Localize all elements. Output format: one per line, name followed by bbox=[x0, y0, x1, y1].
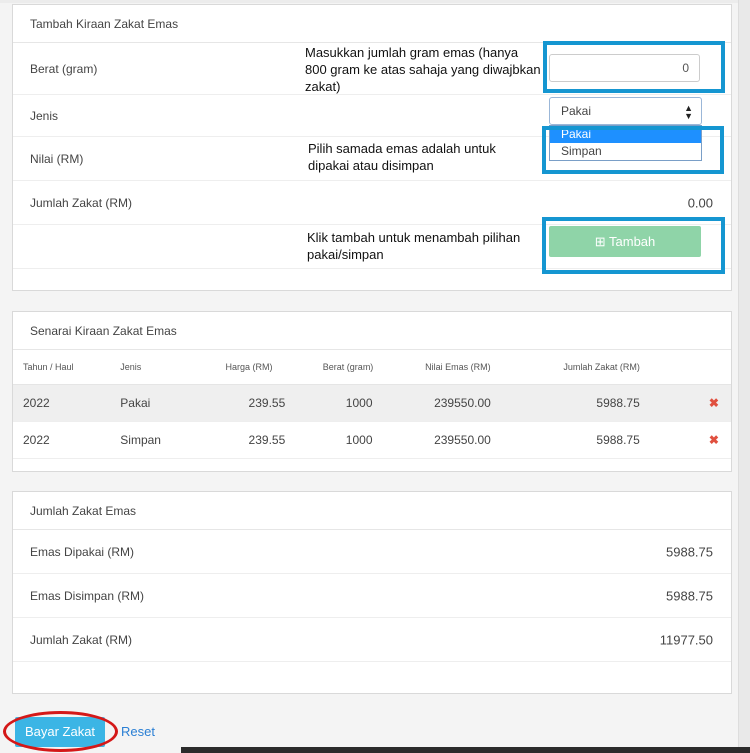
kept-value: 5988.75 bbox=[666, 588, 713, 603]
cell-gold-value: 239550.00 bbox=[412, 384, 533, 422]
add-button[interactable]: ⊞ Tambah bbox=[549, 226, 701, 257]
top-border bbox=[0, 0, 750, 3]
total-label: Jumlah Zakat (RM) bbox=[30, 195, 133, 210]
cell-weight: 1000 bbox=[310, 384, 413, 422]
summary-total-label: Jumlah Zakat (RM) bbox=[30, 632, 133, 647]
cell-year: 2022 bbox=[13, 421, 121, 459]
table-row: 2022 Simpan 239.55 1000 239550.00 5988.7… bbox=[13, 421, 731, 459]
summary-worn-row: Emas Dipakai (RM) 5988.75 bbox=[13, 530, 731, 574]
panel-title: Senarai Kiraan Zakat Emas bbox=[13, 312, 731, 350]
cell-weight: 1000 bbox=[310, 421, 413, 459]
total-value: 0.00 bbox=[687, 195, 713, 210]
cell-type: Simpan bbox=[120, 421, 216, 459]
cell-type: Pakai bbox=[120, 384, 216, 422]
pay-highlight-ring bbox=[3, 711, 118, 752]
reset-link[interactable]: Reset bbox=[121, 724, 155, 739]
select-arrows-icon: ▲ ▼ bbox=[684, 103, 693, 121]
cell-zakat: 5988.75 bbox=[532, 384, 681, 422]
type-dropdown[interactable]: Pakai Simpan bbox=[549, 125, 702, 161]
type-label: Jenis bbox=[30, 108, 59, 123]
plus-square-icon: ⊞ bbox=[594, 234, 606, 249]
col-zakat: Jumlah Zakat (RM) bbox=[532, 350, 681, 385]
cell-gold-value: 239550.00 bbox=[412, 421, 533, 459]
taskbar-strip bbox=[181, 747, 750, 753]
delete-icon[interactable]: ✖ bbox=[709, 433, 719, 447]
add-button-label: Tambah bbox=[609, 234, 656, 249]
summary-total-row: Jumlah Zakat (RM) 11977.50 bbox=[13, 618, 731, 662]
option-pakai[interactable]: Pakai bbox=[550, 126, 701, 143]
worn-label: Emas Dipakai (RM) bbox=[30, 544, 135, 559]
panel-title: Jumlah Zakat Emas bbox=[13, 492, 731, 530]
calculation-list-panel: Senarai Kiraan Zakat Emas Tahun / Haul J… bbox=[12, 311, 732, 472]
cell-price: 239.55 bbox=[215, 384, 311, 422]
weight-note: Masukkan jumlah gram emas (hanya 800 gra… bbox=[305, 45, 541, 94]
summary-panel: Jumlah Zakat Emas Emas Dipakai (RM) 5988… bbox=[12, 491, 732, 694]
col-type: Jenis bbox=[120, 350, 216, 385]
value-label: Nilai (RM) bbox=[30, 151, 84, 166]
option-simpan[interactable]: Simpan bbox=[550, 143, 701, 160]
col-price: Harga (RM) bbox=[215, 350, 311, 385]
type-note: Pilih samada emas adalah untuk dipakai a… bbox=[308, 141, 496, 173]
add-note: Klik tambah untuk menambah pilihan pakai… bbox=[307, 230, 521, 262]
worn-value: 5988.75 bbox=[666, 544, 713, 559]
col-gold-value: Nilai Emas (RM) bbox=[412, 350, 533, 385]
weight-label: Berat (gram) bbox=[30, 61, 98, 76]
type-selected-value: Pakai bbox=[561, 104, 592, 118]
cell-zakat: 5988.75 bbox=[532, 421, 681, 459]
col-actions bbox=[680, 350, 731, 385]
panel-title: Tambah Kiraan Zakat Emas bbox=[13, 5, 731, 43]
type-select[interactable]: Pakai ▲ ▼ bbox=[549, 97, 702, 125]
table-header: Tahun / Haul Jenis Harga (RM) Berat (gra… bbox=[13, 350, 731, 385]
kept-label: Emas Disimpan (RM) bbox=[30, 588, 145, 603]
summary-total-value: 11977.50 bbox=[659, 632, 713, 647]
col-weight: Berat (gram) bbox=[310, 350, 413, 385]
cell-price: 239.55 bbox=[215, 421, 311, 459]
weight-input[interactable]: 0 bbox=[549, 54, 700, 82]
vertical-scrollbar[interactable] bbox=[738, 0, 750, 753]
calculation-table: Tahun / Haul Jenis Harga (RM) Berat (gra… bbox=[13, 350, 731, 459]
total-row: Jumlah Zakat (RM) 0.00 bbox=[13, 181, 731, 225]
table-row: 2022 Pakai 239.55 1000 239550.00 5988.75… bbox=[13, 384, 731, 422]
summary-kept-row: Emas Disimpan (RM) 5988.75 bbox=[13, 574, 731, 618]
col-year: Tahun / Haul bbox=[13, 350, 121, 385]
cell-year: 2022 bbox=[13, 384, 121, 422]
delete-icon[interactable]: ✖ bbox=[709, 396, 719, 410]
